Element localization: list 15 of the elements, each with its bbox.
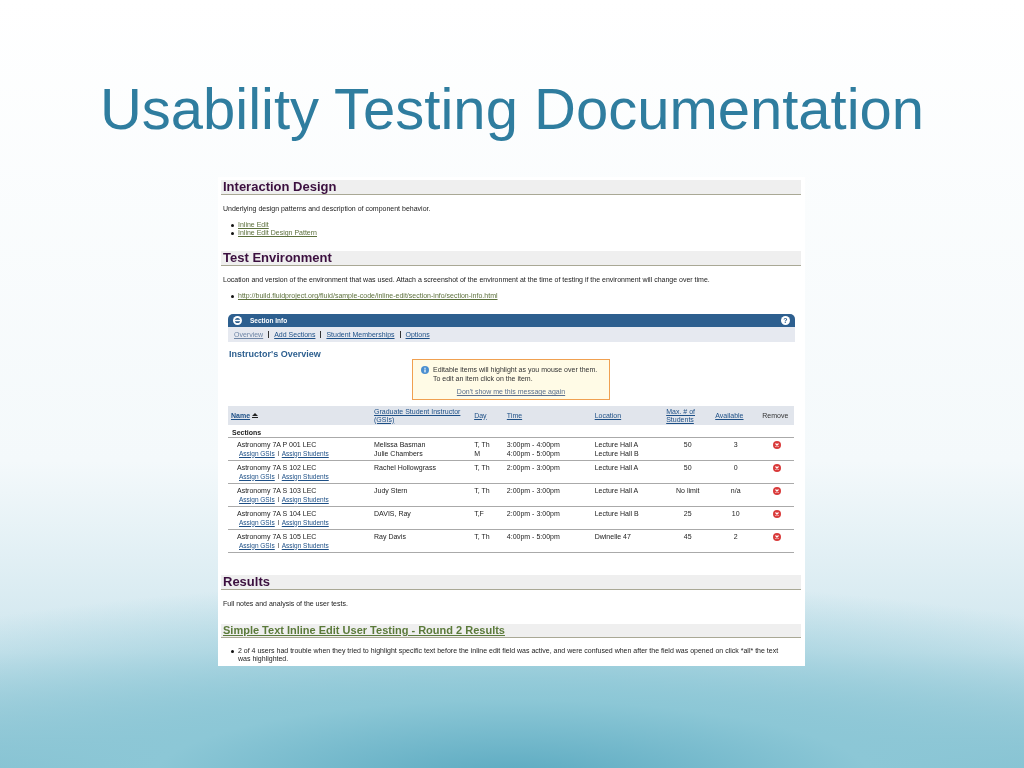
overview-heading: Instructor's Overview [229,349,322,359]
bullet-icon [231,231,234,235]
section-heading: Interaction Design [221,180,801,195]
section-heading-link[interactable]: Simple Text Inline Edit User Testing - Round 2 Results [221,624,801,638]
section-heading: Test Environment [221,251,801,266]
info-icon [421,366,429,374]
section-heading: Results [221,575,801,590]
bullet-icon [231,223,234,227]
remove-icon[interactable] [772,464,781,472]
remove-icon[interactable] [772,487,781,495]
remove-icon[interactable] [772,441,781,449]
bullet-icon [231,294,234,298]
remove-icon[interactable] [772,533,781,541]
remove-icon[interactable] [772,510,781,518]
bullet-icon [231,649,234,653]
